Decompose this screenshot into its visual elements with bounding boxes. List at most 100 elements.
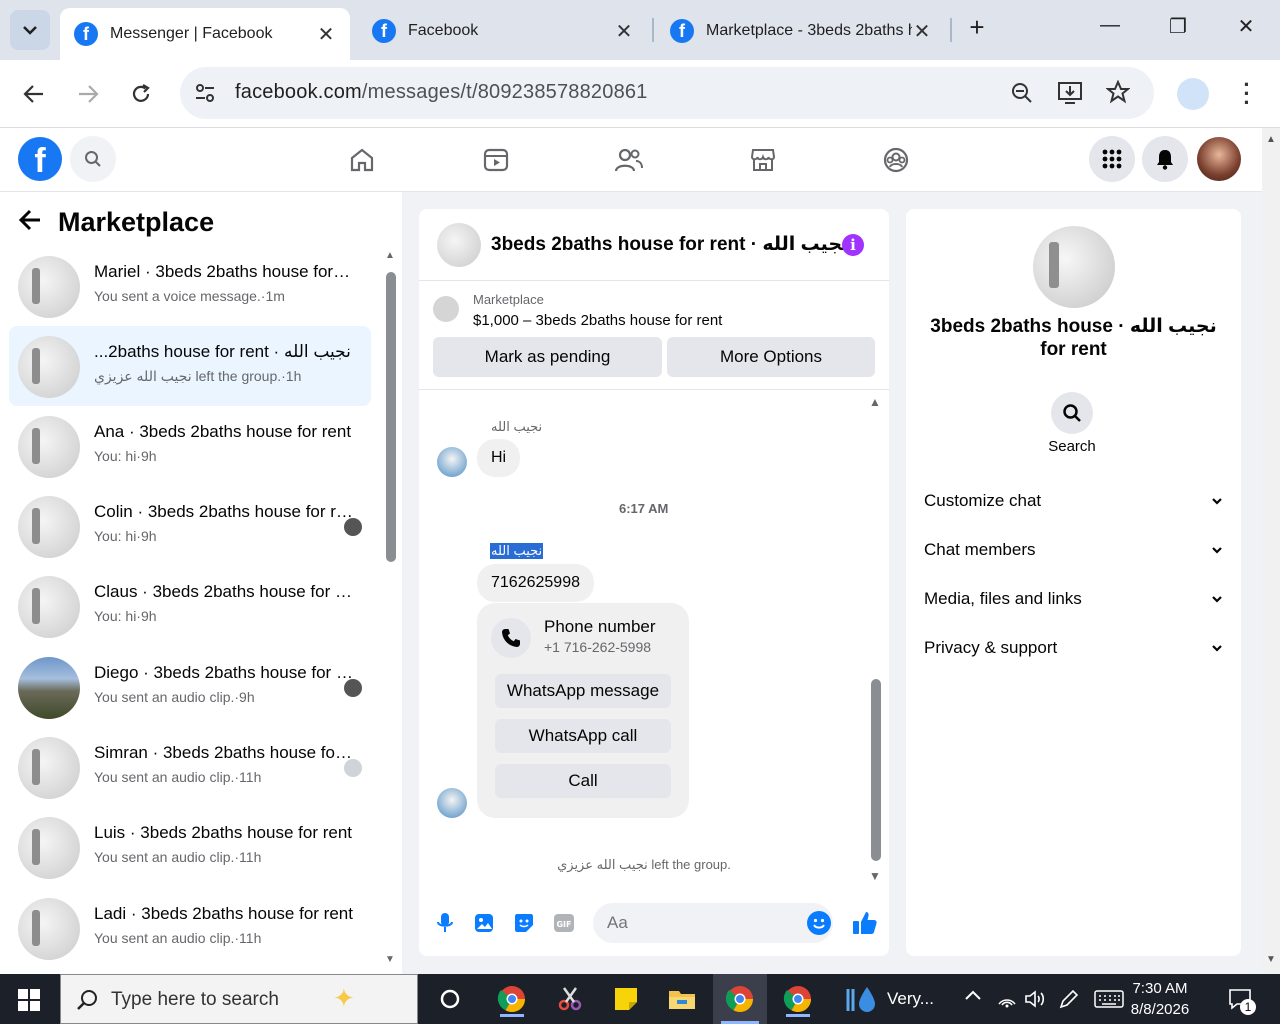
chat-members-item[interactable]: Chat members — [924, 535, 1224, 565]
conversation-item[interactable]: Colin · 3beds 2baths house for rent You:… — [9, 486, 371, 566]
bookmark-star-icon[interactable] — [1105, 79, 1131, 109]
account-avatar[interactable] — [1197, 137, 1241, 181]
reload-icon[interactable] — [127, 80, 155, 108]
mark-as-pending-button[interactable]: Mark as pending — [433, 337, 662, 377]
conversation-item[interactable]: Ana · 3beds 2baths house for rent You: h… — [9, 406, 371, 486]
search-label: Search — [1048, 438, 1096, 455]
message-bubble[interactable]: Hi — [477, 439, 521, 477]
sticky-notes-icon[interactable] — [606, 981, 646, 1017]
profile-avatar[interactable] — [1177, 78, 1209, 110]
whatsapp-message-button[interactable]: WhatsApp message — [495, 674, 671, 708]
chrome-app-icon[interactable] — [492, 981, 532, 1017]
thumbs-up-icon[interactable] — [851, 909, 879, 937]
groups-icon[interactable] — [880, 144, 912, 176]
conversation-item[interactable]: Luis · 3beds 2baths house for rent You s… — [9, 807, 371, 887]
customize-chat-item[interactable]: Customize chat — [924, 486, 1224, 516]
tab-facebook[interactable]: f Facebook ✕ — [358, 8, 648, 54]
tab-search-button[interactable] — [10, 10, 50, 50]
gif-icon[interactable]: GIF — [552, 911, 576, 935]
conversation-name: Luis · 3beds 2baths house for rent — [94, 823, 352, 842]
minimize-icon[interactable]: — — [1095, 14, 1125, 37]
notification-center-icon[interactable]: 1 — [1228, 987, 1256, 1018]
system-clock[interactable]: 7:30 AM 8/8/2026 — [1110, 978, 1210, 1020]
sticker-icon[interactable] — [512, 911, 536, 935]
details-search-button[interactable] — [1051, 392, 1093, 434]
notifications-button[interactable] — [1142, 136, 1188, 182]
back-arrow-icon[interactable] — [18, 206, 42, 238]
message-bubble[interactable]: 7162625998 — [477, 564, 594, 602]
conversation-list-scrollbar[interactable] — [386, 272, 396, 562]
listing-description[interactable]: $1,000 – 3beds 2baths house for rent — [473, 312, 722, 329]
more-options-button[interactable]: More Options — [667, 337, 875, 377]
conversation-item-active[interactable]: ...2baths house for rent · نجيب الله نجي… — [9, 326, 371, 406]
message-composer: GIF — [419, 897, 889, 956]
chevron-up-icon[interactable] — [964, 988, 982, 1006]
friends-icon[interactable] — [613, 144, 645, 176]
scroll-down-arrow-icon[interactable]: ▼ — [385, 954, 395, 965]
facebook-search-button[interactable] — [70, 136, 116, 182]
scroll-up-arrow-icon[interactable]: ▲ — [385, 250, 395, 261]
emoji-icon[interactable] — [807, 911, 831, 935]
chat-avatar[interactable] — [437, 223, 481, 267]
close-window-icon[interactable]: ✕ — [1231, 14, 1261, 39]
microphone-icon[interactable] — [433, 911, 457, 935]
conversation-item[interactable]: Ladi · 3beds 2baths house for rent You s… — [9, 888, 371, 968]
weather-text[interactable]: Very... — [887, 989, 934, 1009]
tab-messenger[interactable]: f Messenger | Facebook ✕ — [60, 8, 350, 60]
message-input[interactable] — [593, 903, 833, 943]
weather-icon[interactable] — [845, 985, 879, 1020]
conversation-item[interactable]: Claus · 3beds 2baths house for rent You:… — [9, 566, 371, 646]
privacy-support-item[interactable]: Privacy & support — [924, 633, 1224, 663]
menu-grid-button[interactable] — [1089, 136, 1135, 182]
forward-icon[interactable] — [74, 80, 102, 108]
listing-thumbnail[interactable] — [433, 296, 459, 322]
sender-avatar[interactable] — [437, 788, 467, 818]
page-scrollbar[interactable]: ▲ ▼ — [1262, 128, 1280, 974]
scroll-down-arrow-icon[interactable]: ▼ — [1266, 954, 1276, 965]
install-app-icon[interactable] — [1057, 81, 1083, 110]
video-icon[interactable] — [480, 144, 512, 176]
card-phone-number: +1 716-262-5998 — [544, 639, 652, 655]
close-tab-icon[interactable]: ✕ — [614, 19, 634, 44]
photo-icon[interactable] — [472, 911, 496, 935]
marketplace-icon[interactable] — [747, 144, 779, 176]
taskbar-search[interactable]: Type here to search ✦ — [60, 974, 418, 1024]
chrome-app-icon[interactable] — [778, 981, 818, 1017]
facebook-logo-icon[interactable]: f — [18, 137, 62, 181]
windows-start-icon[interactable] — [18, 989, 40, 1011]
tab-separator — [652, 18, 654, 42]
conversation-item[interactable]: Simran · 3beds 2baths house for rent You… — [9, 727, 371, 807]
address-bar[interactable]: facebook.com/messages/t/809238578820861 — [180, 67, 1154, 119]
task-view-icon[interactable] — [430, 981, 470, 1017]
details-avatar[interactable] — [1033, 226, 1115, 308]
chat-scrollbar[interactable] — [871, 679, 881, 861]
wifi-icon[interactable] — [997, 990, 1017, 1013]
close-tab-icon[interactable]: ✕ — [912, 19, 932, 44]
scroll-up-arrow-icon[interactable]: ▲ — [1266, 134, 1276, 145]
sender-avatar[interactable] — [437, 447, 467, 477]
info-icon[interactable]: i — [842, 234, 864, 256]
media-files-links-item[interactable]: Media, files and links — [924, 584, 1224, 614]
conversation-item[interactable]: Mariel · 3beds 2baths house for rent You… — [9, 246, 371, 326]
snipping-tool-icon[interactable] — [550, 981, 590, 1017]
chrome-app-active-icon[interactable] — [713, 974, 767, 1024]
chat-title[interactable]: 3beds 2baths house for rent · نجيب الله — [491, 233, 849, 256]
pen-icon[interactable] — [1058, 988, 1080, 1015]
browser-menu-icon[interactable]: · · · — [1240, 74, 1254, 114]
call-button[interactable]: Call — [495, 764, 671, 798]
back-icon[interactable] — [20, 80, 48, 108]
chat-scroll-up-icon[interactable]: ▲ — [869, 395, 881, 409]
site-settings-icon[interactable] — [194, 82, 216, 109]
close-tab-icon[interactable]: ✕ — [316, 22, 336, 47]
chat-scroll-down-icon[interactable]: ▼ — [869, 869, 881, 883]
url-path: /messages/t/809238578820861 — [361, 81, 648, 103]
new-tab-icon[interactable]: + — [962, 12, 992, 43]
file-explorer-icon[interactable] — [662, 981, 702, 1017]
restore-icon[interactable]: ❐ — [1163, 14, 1193, 39]
conversation-item[interactable]: Diego · 3beds 2baths house for rent You … — [9, 647, 371, 727]
whatsapp-call-button[interactable]: WhatsApp call — [495, 719, 671, 753]
tab-marketplace[interactable]: f Marketplace - 3beds 2baths h ✕ — [656, 8, 946, 54]
zoom-icon[interactable] — [1010, 81, 1034, 110]
home-icon[interactable] — [346, 144, 378, 176]
volume-icon[interactable] — [1024, 989, 1046, 1014]
